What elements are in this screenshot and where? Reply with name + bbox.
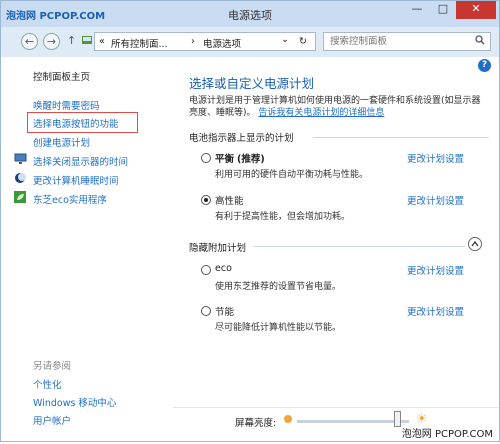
moon-icon	[14, 172, 27, 184]
page-title: 选择或自定义电源计划	[189, 76, 315, 91]
plan-power-saver-desc: 尽可能降低计算机性能以节能。	[215, 323, 342, 333]
breadcrumb-power-options[interactable]: 电源选项	[203, 36, 241, 50]
breadcrumb-all-control-panel[interactable]: 所有控制面...	[111, 36, 168, 50]
search-input[interactable]	[324, 33, 470, 49]
section-divider	[253, 246, 465, 247]
power-plan-info-link[interactable]: 告诉我有关电源计划的详细信息	[258, 108, 384, 118]
see-also-user-accounts[interactable]: 用户帐户	[33, 413, 71, 427]
breadcrumb-overflow[interactable]: «	[99, 36, 105, 47]
sidebar-item-eco-utility[interactable]: 东芝eco实用程序	[33, 192, 107, 206]
up-button[interactable]: ↑	[67, 34, 76, 47]
sidebar-item-wake-password[interactable]: 唤醒时需要密码	[33, 98, 100, 112]
collapse-hidden-plans-button[interactable]	[468, 237, 482, 251]
search-box[interactable]	[323, 32, 491, 51]
change-plan-power-saver-link[interactable]: 更改计划设置	[407, 304, 464, 318]
sidebar-item-sleep-time[interactable]: 更改计算机睡眠时间	[33, 173, 119, 187]
sidebar-item-display-off[interactable]: 选择关闭显示器的时间	[33, 154, 128, 168]
plan-balanced-name[interactable]: 平衡 (推荐)	[215, 151, 265, 165]
brightness-slider[interactable]	[297, 420, 409, 423]
see-also-heading: 另请参阅	[33, 361, 72, 372]
plan-high-performance-name[interactable]: 高性能	[215, 193, 244, 207]
see-also-mobility-center[interactable]: Windows 移动中心	[33, 395, 116, 409]
refresh-button[interactable]: ↻	[299, 36, 307, 47]
window-controls: — □ ✕	[404, 1, 496, 21]
power-options-window: 泡泡网 PCPOP.COM 电源选项 — □ ✕ ← → ↑ « 所有控制面..…	[0, 0, 500, 442]
brightness-label: 屏幕亮度:	[235, 418, 277, 429]
plan-eco-name[interactable]: eco	[215, 263, 232, 274]
battery-plans-heading: 电池指示器上显示的计划	[189, 133, 294, 144]
eco-icon	[14, 191, 27, 203]
control-panel-home-link[interactable]: 控制面板主页	[33, 69, 90, 83]
see-also-personalization[interactable]: 个性化	[33, 377, 62, 391]
change-plan-high-performance-link[interactable]: 更改计划设置	[407, 193, 464, 207]
change-plan-balanced-link[interactable]: 更改计划设置	[407, 151, 464, 165]
section-divider	[313, 137, 489, 138]
help-icon[interactable]: ?	[478, 59, 491, 72]
address-dropdown-button[interactable]: ⌄	[281, 34, 289, 45]
brightness-slider-thumb[interactable]	[394, 411, 402, 427]
title-bar: 泡泡网 PCPOP.COM 电源选项 — □ ✕	[1, 1, 499, 27]
forward-button[interactable]: →	[43, 33, 60, 50]
plan-eco-desc: 使用东芝推荐的设置节省电量。	[215, 282, 342, 292]
sidebar-item-create-plan[interactable]: 创建电源计划	[33, 135, 90, 149]
watermark-bottom: 泡泡网 PCPOP.COM	[401, 429, 493, 440]
radio-high-performance[interactable]	[201, 195, 211, 205]
page-description: 电源计划是用于管理计算机如何使用电源的一套硬件和系统设置(如显示器亮度、睡眠等)…	[189, 95, 489, 119]
breadcrumb-separator: ›	[191, 36, 195, 47]
plan-power-saver-name[interactable]: 节能	[215, 304, 234, 318]
radio-eco[interactable]	[201, 265, 211, 275]
radio-balanced[interactable]	[201, 153, 211, 163]
highlight-box	[27, 112, 138, 133]
plan-high-performance-desc: 有利于提高性能，但会增加功耗。	[215, 212, 351, 222]
search-icon[interactable]	[475, 35, 485, 48]
monitor-icon	[14, 153, 27, 165]
radio-power-saver[interactable]	[201, 306, 211, 316]
plan-balanced-desc: 利用可用的硬件自动平衡功耗与性能。	[215, 170, 369, 180]
close-button[interactable]: ✕	[456, 1, 496, 19]
back-button[interactable]: ←	[21, 33, 38, 50]
hidden-plans-heading: 隐藏附加计划	[189, 243, 247, 254]
brightness-low-icon	[284, 415, 292, 423]
minimize-button[interactable]: —	[404, 1, 430, 19]
change-plan-eco-link[interactable]: 更改计划设置	[407, 263, 464, 277]
maximize-button[interactable]: □	[430, 1, 456, 19]
address-box[interactable]: « 所有控制面... › 电源选项 ⌄ ↻	[94, 32, 316, 51]
footer-bar: 屏幕亮度: ☀ 泡泡网 PCPOP.COM	[173, 407, 499, 444]
control-panel-icon	[81, 34, 92, 46]
address-bar: ← → ↑ « 所有控制面... › 电源选项 ⌄ ↻	[1, 27, 499, 57]
